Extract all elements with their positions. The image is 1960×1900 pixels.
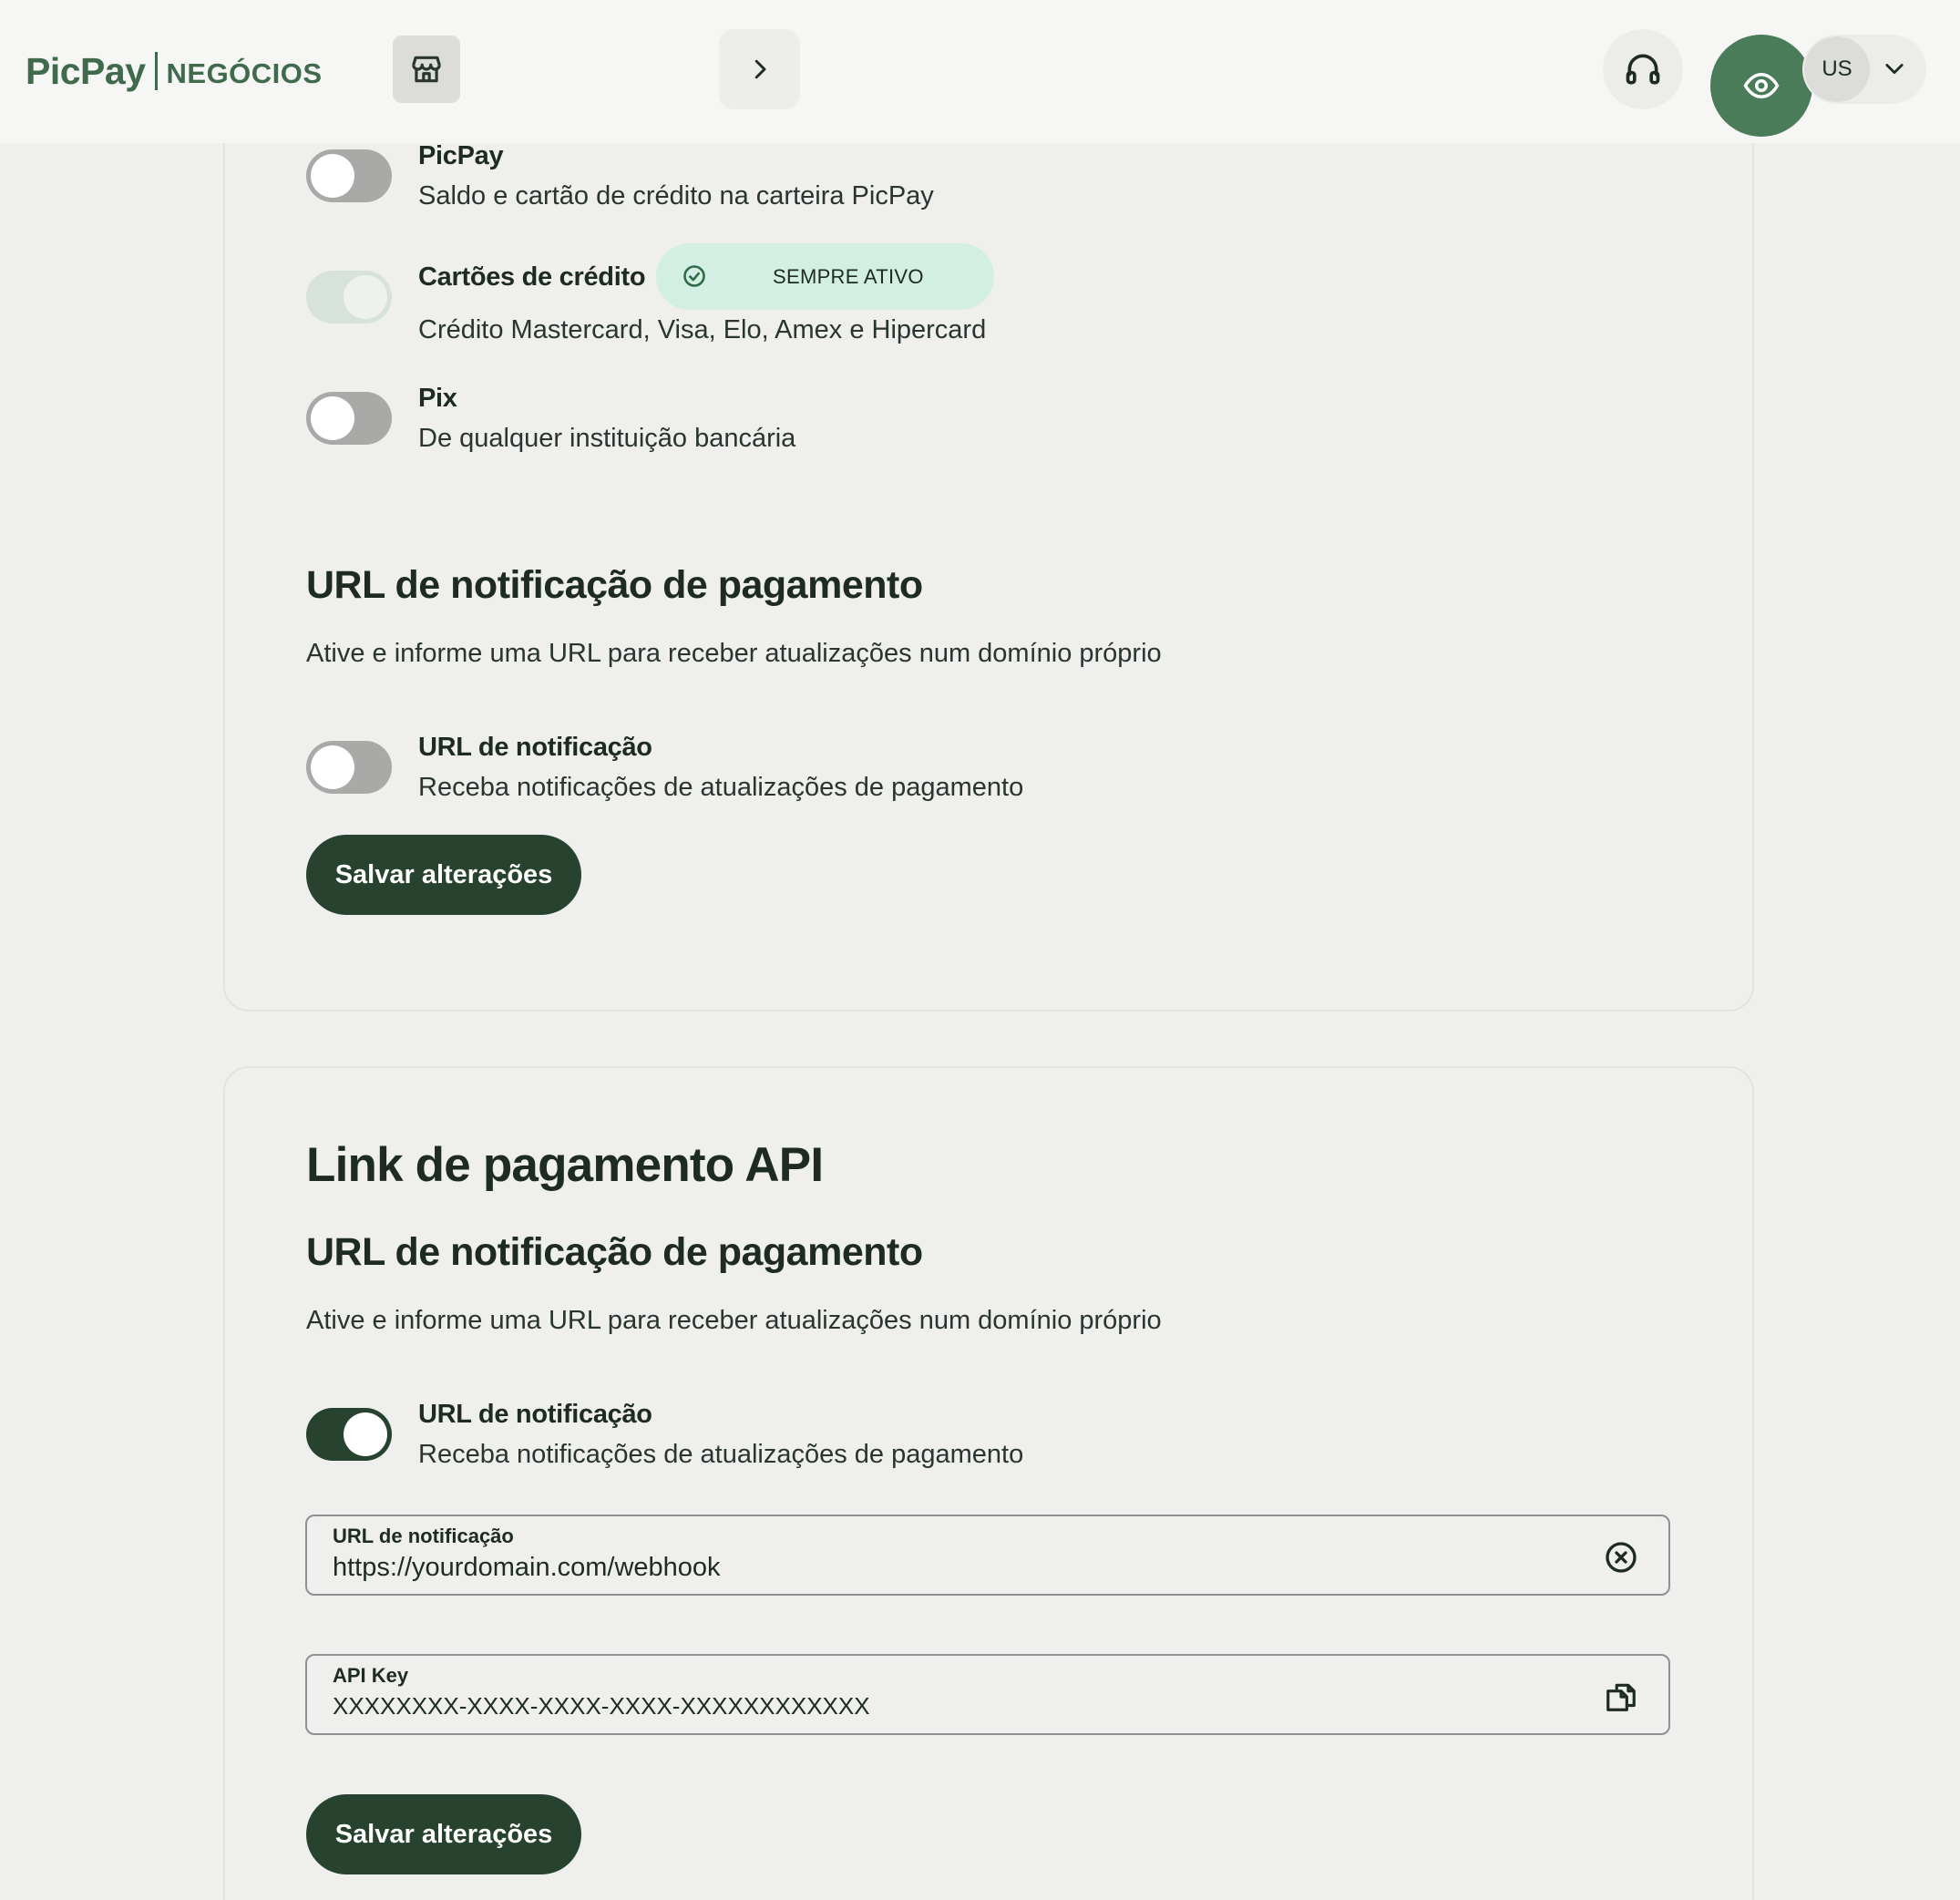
notification-url-title: URL de notificação bbox=[418, 733, 652, 762]
pix-option-description: De qualquer instituição bancária bbox=[418, 424, 796, 453]
badge-label: SEMPRE ATIVO bbox=[773, 265, 924, 288]
avatar[interactable]: US bbox=[1804, 36, 1870, 102]
chevron-down-icon bbox=[1885, 64, 1904, 75]
pix-toggle[interactable] bbox=[306, 392, 392, 445]
toggle-knob bbox=[311, 745, 354, 789]
next-button[interactable] bbox=[719, 29, 800, 109]
support-button[interactable] bbox=[1603, 29, 1683, 109]
clear-icon bbox=[1606, 1542, 1637, 1573]
logo-product-text: NEGÓCIOS bbox=[166, 57, 323, 89]
notification-url-toggle[interactable] bbox=[306, 741, 392, 794]
toggle-knob bbox=[344, 1412, 387, 1456]
credit-cards-option-description: Crédito Mastercard, Visa, Elo, Amex e Hi… bbox=[418, 315, 987, 344]
api-card-title: Link de pagamento API bbox=[306, 1138, 824, 1192]
api-key-field[interactable]: API Key bbox=[305, 1654, 1670, 1735]
toggle-knob bbox=[344, 275, 387, 319]
api-save-button[interactable]: Salvar alterações bbox=[306, 1794, 581, 1874]
logo-brand-text: PicPay bbox=[26, 49, 146, 92]
picpay-toggle[interactable] bbox=[306, 149, 392, 202]
check-circle-icon bbox=[683, 265, 705, 287]
notification-url-field-label: URL de notificação bbox=[333, 1525, 514, 1547]
toggle-knob bbox=[311, 396, 354, 440]
credit-cards-toggle bbox=[306, 271, 392, 324]
logo-divider bbox=[154, 52, 158, 90]
picpay-option-title: PicPay bbox=[418, 141, 504, 170]
notification-url-field[interactable]: URL de notificação bbox=[305, 1515, 1670, 1596]
store-button[interactable] bbox=[393, 36, 460, 103]
api-key-field-label: API Key bbox=[333, 1664, 409, 1687]
api-key-input[interactable] bbox=[333, 1692, 1517, 1720]
chevron-right-icon bbox=[754, 59, 765, 79]
top-header: PicPay NEGÓCIOS US bbox=[0, 0, 1960, 143]
save-button[interactable]: Salvar alterações bbox=[306, 835, 581, 915]
api-notification-url-toggle[interactable] bbox=[306, 1408, 392, 1461]
eye-icon bbox=[1743, 72, 1780, 99]
store-icon bbox=[412, 56, 441, 83]
notification-section-description: Ative e informe uma URL para receber atu… bbox=[306, 639, 1162, 668]
notification-section-heading: URL de notificação de pagamento bbox=[306, 563, 923, 607]
headset-icon bbox=[1626, 54, 1660, 85]
credit-cards-option-title: Cartões de crédito bbox=[418, 262, 646, 292]
avatar-initials: US bbox=[1821, 56, 1852, 81]
picpay-option-description: Saldo e cartão de crédito na carteira Pi… bbox=[418, 181, 934, 211]
always-active-badge: SEMPRE ATIVO bbox=[656, 243, 994, 310]
clear-button[interactable] bbox=[1603, 1539, 1639, 1576]
api-notification-url-description: Receba notificações de atualizações de p… bbox=[418, 1440, 1024, 1469]
user-menu[interactable]: US bbox=[1802, 35, 1926, 104]
copy-button[interactable] bbox=[1603, 1679, 1639, 1715]
api-notification-description: Ative e informe uma URL para receber atu… bbox=[306, 1306, 1162, 1335]
user-menu-chevron[interactable] bbox=[1881, 55, 1908, 82]
picpay-negocios-logo[interactable]: PicPay NEGÓCIOS bbox=[26, 46, 323, 97]
visibility-toggle-button[interactable] bbox=[1710, 35, 1812, 137]
api-notification-heading: URL de notificação de pagamento bbox=[306, 1230, 923, 1274]
notification-url-input[interactable] bbox=[333, 1553, 1517, 1583]
copy-icon bbox=[1606, 1683, 1636, 1711]
notification-url-description: Receba notificações de atualizações de p… bbox=[418, 773, 1024, 802]
toggle-knob bbox=[311, 154, 354, 198]
pix-option-title: Pix bbox=[418, 384, 457, 413]
api-notification-url-title: URL de notificação bbox=[418, 1400, 652, 1429]
